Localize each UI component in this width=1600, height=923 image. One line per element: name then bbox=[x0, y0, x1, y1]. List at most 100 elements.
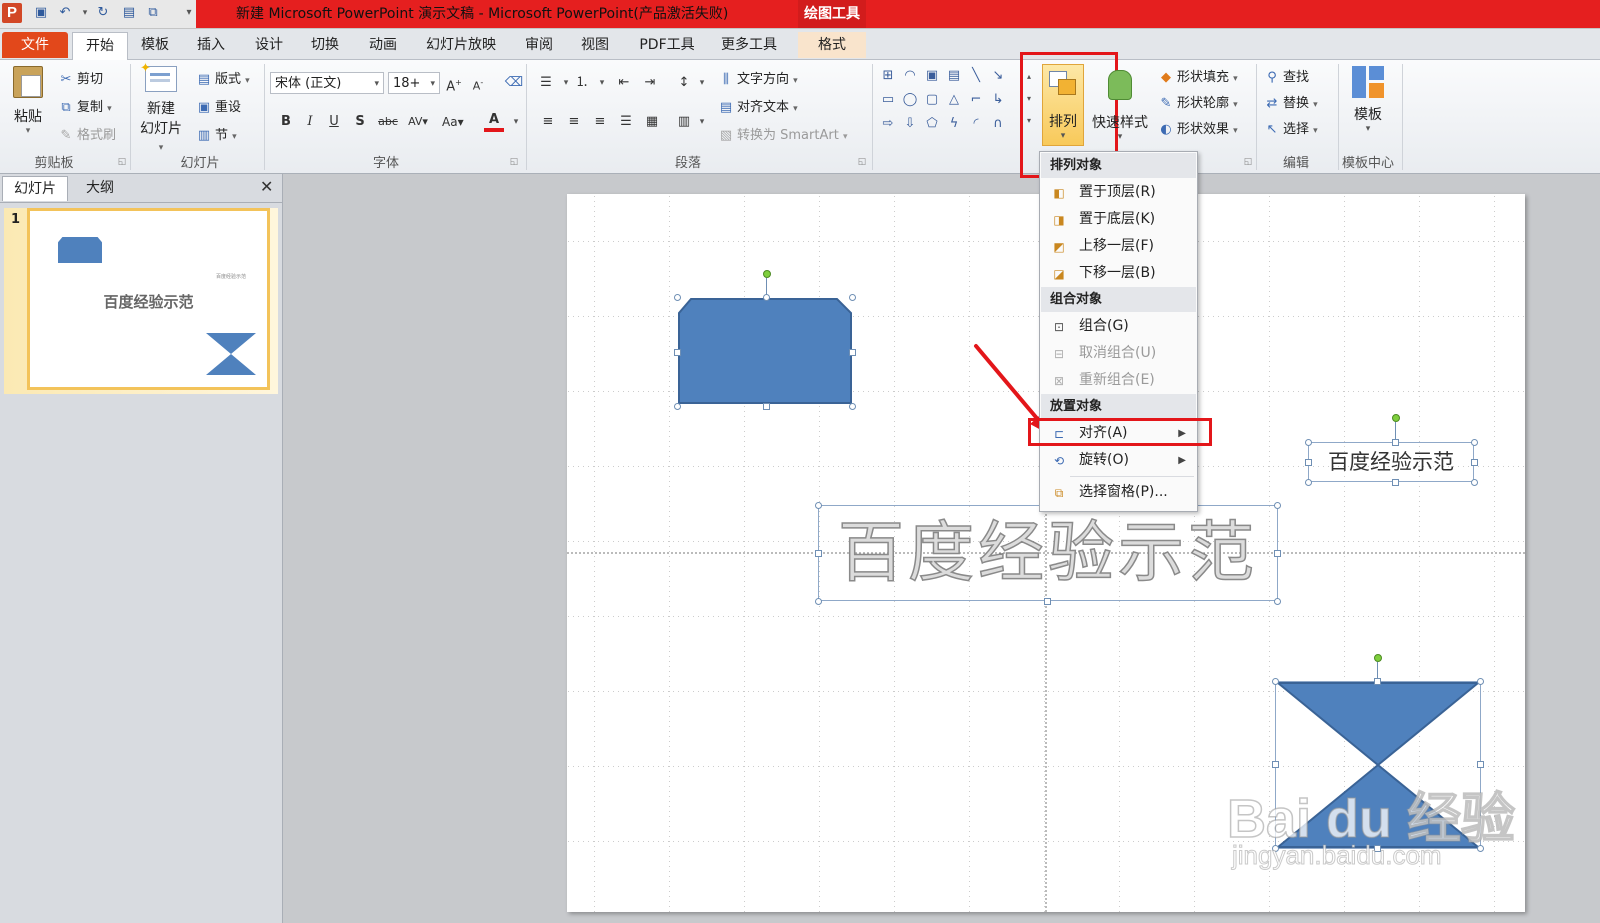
arc-icon[interactable]: ◜ bbox=[968, 116, 984, 132]
wordart-handle[interactable] bbox=[1044, 598, 1051, 605]
shapes-gallery[interactable]: ⊞ ◠ ▣ ▤ ╲ ↘ ▭ ◯ ▢ △ ⌐ ↳ ⇨ ⇩ ⬠ ϟ ◜ ∩ bbox=[878, 66, 1028, 136]
right-arrow-icon[interactable]: ⇨ bbox=[880, 116, 896, 132]
copy-button[interactable]: ⧉ 复制 ▾ bbox=[58, 96, 111, 115]
arrow-line-icon[interactable]: ↘ bbox=[990, 68, 1006, 84]
layout-button[interactable]: ▤ 版式 ▾ bbox=[196, 68, 250, 87]
textbox-alt-icon[interactable]: ▤ bbox=[946, 68, 962, 84]
clipboard-dialog-launcher-icon[interactable]: ◱ bbox=[112, 152, 132, 172]
align-left-icon[interactable]: ≡ bbox=[538, 112, 558, 132]
elbow-arrow-icon[interactable]: ↳ bbox=[990, 92, 1006, 108]
slide-thumbnail[interactable]: 百度经验示范 百度经验示范 bbox=[27, 208, 270, 390]
replace-button[interactable]: ⇄ 替换 ▾ bbox=[1264, 92, 1318, 111]
cut-button[interactable]: ✂ 剪切 bbox=[58, 68, 103, 87]
tab-insert[interactable]: 插入 bbox=[188, 32, 234, 58]
small-text-handle[interactable] bbox=[1305, 479, 1312, 486]
justify-icon[interactable]: ☰ bbox=[616, 112, 636, 132]
drawing-dialog-launcher-icon[interactable]: ◱ bbox=[1238, 152, 1258, 172]
line-icon[interactable]: ╲ bbox=[968, 68, 984, 84]
small-text-handle[interactable] bbox=[1471, 439, 1478, 446]
bullets-icon[interactable]: ☰ bbox=[536, 73, 556, 93]
paste-button[interactable]: 粘贴 ▾ bbox=[8, 66, 48, 136]
italic-icon[interactable]: I bbox=[300, 112, 320, 132]
tab-format[interactable]: 格式 bbox=[798, 32, 866, 58]
hourglass-handle[interactable] bbox=[1477, 678, 1484, 685]
paragraph-dialog-launcher-icon[interactable]: ◱ bbox=[852, 152, 872, 172]
find-button[interactable]: ⚲ 查找 bbox=[1264, 66, 1309, 85]
rect-rotate-handle[interactable] bbox=[763, 270, 771, 278]
triangle-icon[interactable]: △ bbox=[946, 92, 962, 108]
lightning-icon[interactable]: ϟ bbox=[946, 116, 962, 132]
rect-handle[interactable] bbox=[849, 403, 856, 410]
tab-pdf-tools[interactable]: PDF工具 bbox=[632, 32, 702, 58]
strikethrough-icon[interactable]: abc bbox=[378, 112, 398, 132]
bold-icon[interactable]: B bbox=[276, 112, 296, 132]
tab-template[interactable]: 模板 bbox=[132, 32, 178, 58]
hourglass-handle[interactable] bbox=[1272, 761, 1279, 768]
grow-font-icon[interactable]: A+ bbox=[444, 73, 464, 94]
change-case-icon[interactable]: Aa▾ bbox=[442, 112, 464, 132]
rect-handle[interactable] bbox=[674, 294, 681, 301]
small-text-handle[interactable] bbox=[1392, 479, 1399, 486]
distributed-icon[interactable]: ▦ bbox=[642, 112, 662, 132]
font-dialog-launcher-icon[interactable]: ◱ bbox=[504, 152, 524, 172]
tab-transitions[interactable]: 切换 bbox=[302, 32, 348, 58]
tab-review[interactable]: 审阅 bbox=[516, 32, 562, 58]
rect-handle[interactable] bbox=[674, 349, 681, 356]
small-text-handle[interactable] bbox=[1471, 459, 1478, 466]
close-pane-icon[interactable]: ✕ bbox=[260, 177, 273, 196]
rectangle-icon[interactable]: ▭ bbox=[880, 92, 896, 108]
snip-rectangle-shape[interactable] bbox=[677, 297, 853, 405]
align-text-button[interactable]: ▤ 对齐文本 ▾ bbox=[718, 96, 798, 115]
text-direction-button[interactable]: ⫼ 文字方向 ▾ bbox=[718, 68, 798, 87]
wordart-handle[interactable] bbox=[815, 550, 822, 557]
wordart-handle[interactable] bbox=[1274, 502, 1281, 509]
small-text-handle[interactable] bbox=[1471, 479, 1478, 486]
wordart-handle[interactable] bbox=[1274, 598, 1281, 605]
small-textbox[interactable]: 百度经验示范 bbox=[1308, 442, 1474, 482]
save-icon[interactable]: ▣ bbox=[32, 4, 50, 22]
tab-file[interactable]: 文件 bbox=[2, 32, 68, 58]
quick-styles-button[interactable]: 快速样式 ▾ bbox=[1092, 66, 1148, 142]
tab-more-tools[interactable]: 更多工具 bbox=[714, 32, 784, 58]
select-button[interactable]: ↖ 选择 ▾ bbox=[1264, 118, 1318, 137]
tab-outline[interactable]: 大纲 bbox=[68, 176, 132, 200]
shape-fill-button[interactable]: ◆ 形状填充 ▾ bbox=[1158, 66, 1238, 85]
font-color-dropdown-icon[interactable]: ▾ bbox=[506, 112, 526, 132]
elbow-connector-icon[interactable]: ⌐ bbox=[968, 92, 984, 108]
section-button[interactable]: ▥ 节 ▾ bbox=[196, 124, 237, 143]
underline-icon[interactable]: U bbox=[324, 112, 344, 132]
oval-icon[interactable]: ◯ bbox=[902, 92, 918, 108]
menu-item-regroup[interactable]: ⊠ 重新组合(E) bbox=[1041, 367, 1196, 394]
shrink-font-icon[interactable]: A- bbox=[468, 73, 488, 93]
menu-item-selection-pane[interactable]: ⧉ 选择窗格(P)... bbox=[1041, 479, 1196, 506]
hourglass-handle[interactable] bbox=[1477, 761, 1484, 768]
font-size-dropdown-icon[interactable]: ▾ bbox=[430, 73, 435, 95]
increase-indent-icon[interactable]: ⇥ bbox=[640, 73, 660, 93]
line-spacing-dropdown-icon[interactable]: ▾ bbox=[692, 73, 712, 93]
wordart-handle[interactable] bbox=[1274, 550, 1281, 557]
undo-dropdown-icon[interactable]: ▾ bbox=[76, 4, 94, 22]
small-text-handle[interactable] bbox=[1305, 459, 1312, 466]
font-color-icon[interactable]: A bbox=[484, 110, 504, 132]
menu-item-group[interactable]: ⊡ 组合(G) bbox=[1041, 313, 1196, 340]
tab-view[interactable]: 视图 bbox=[572, 32, 618, 58]
reset-button[interactable]: ▣ 重设 bbox=[196, 96, 241, 115]
rounded-rect-icon[interactable]: ◠ bbox=[902, 68, 918, 84]
menu-item-bring-forward[interactable]: ◩ 上移一层(F) bbox=[1041, 233, 1196, 260]
tab-slideshow[interactable]: 幻灯片放映 bbox=[418, 32, 504, 58]
rect-handle[interactable] bbox=[849, 349, 856, 356]
down-arrow-icon[interactable]: ⇩ bbox=[902, 116, 918, 132]
rect-handle[interactable] bbox=[674, 403, 681, 410]
convert-smartart-button[interactable]: ▧ 转换为 SmartArt ▾ bbox=[718, 124, 848, 143]
new-slide-quick-icon[interactable]: ▤ bbox=[120, 4, 138, 22]
align-right-icon[interactable]: ≡ bbox=[590, 112, 610, 132]
textbox-vertical-icon[interactable]: ⊞ bbox=[880, 68, 896, 84]
font-size-combo[interactable]: 18+ ▾ bbox=[388, 72, 440, 94]
undo-icon[interactable]: ↶ bbox=[56, 4, 74, 22]
font-name-dropdown-icon[interactable]: ▾ bbox=[374, 73, 379, 95]
customize-icon[interactable]: ⧉ bbox=[144, 4, 162, 22]
pentagon-icon[interactable]: ⬠ bbox=[924, 116, 940, 132]
menu-item-ungroup[interactable]: ⊟ 取消组合(U) bbox=[1041, 340, 1196, 367]
wordart-title[interactable]: 百度经验示范 bbox=[818, 505, 1278, 601]
wordart-handle[interactable] bbox=[815, 598, 822, 605]
